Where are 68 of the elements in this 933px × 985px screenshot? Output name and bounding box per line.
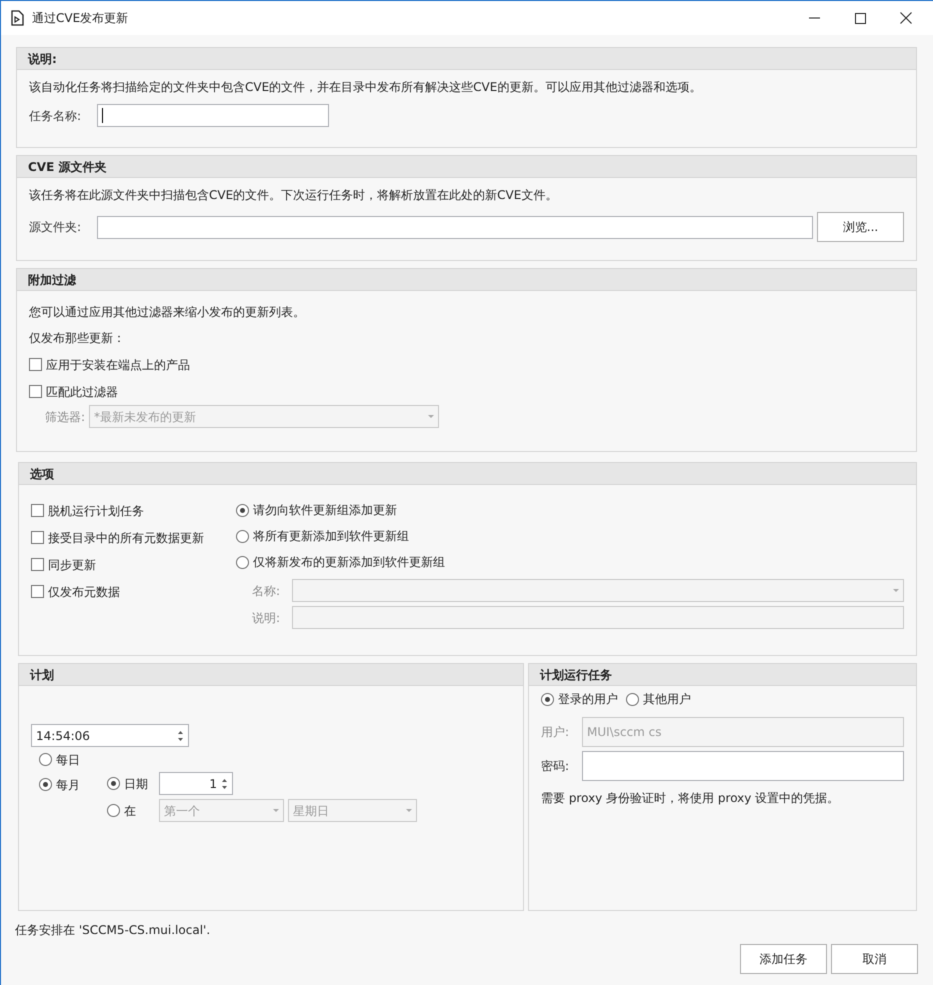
close-icon[interactable]: [900, 12, 912, 24]
description-text: 该自动化任务将扫描给定的文件夹中包含CVE的文件，并在目录中发布所有解决这些CVE的更新。可以应用其他过滤器和选项。: [29, 79, 702, 96]
day-spinner[interactable]: 1: [159, 772, 233, 795]
section-header: 计划运行任务: [529, 664, 916, 686]
browse-button[interactable]: 浏览...: [817, 212, 904, 242]
source-folder-field[interactable]: [97, 216, 813, 238]
radio-label: 请勿向软件更新组添加更新: [253, 502, 397, 519]
status-text: 任务安排在 'SCCM5-CS.mui.local'.: [15, 922, 212, 939]
document-icon: [11, 10, 24, 26]
maximize-icon[interactable]: [854, 12, 866, 24]
checkbox-label: 应用于安装在端点上的产品: [46, 356, 190, 374]
radio-label: 每月: [56, 776, 80, 794]
window-title: 通过CVE发布更新: [32, 10, 128, 27]
section-subtitle: 仅发布那些更新：: [29, 330, 126, 347]
checkbox-label: 匹配此过滤器: [46, 384, 118, 400]
checkbox[interactable]: [31, 558, 44, 571]
description-text: 该任务将在此源文件夹中扫描包含CVE的文件。下次运行任务时，将解析放置在此处的新CVE文件。: [29, 187, 558, 204]
field-label: 密码:: [541, 758, 570, 775]
password-field[interactable]: [582, 751, 904, 781]
note-text: 需要 proxy 身份验证时，将使用 proxy 设置中的凭据。: [541, 790, 840, 807]
spinner-arrows-icon[interactable]: [177, 728, 184, 742]
checkbox[interactable]: [29, 358, 42, 371]
checkbox-label: 接受目录中的所有元数据更新: [48, 530, 204, 546]
checkbox[interactable]: [31, 531, 44, 544]
spinner-arrows-icon[interactable]: [221, 776, 228, 790]
radio-label: 每日: [56, 752, 80, 768]
section-header: 选项: [19, 463, 916, 485]
add-task-button[interactable]: 添加任务: [740, 944, 827, 974]
field-label: 名称:: [252, 582, 282, 600]
radio-label: 登录的用户: [558, 691, 618, 708]
section-header: 附加过滤: [17, 269, 916, 291]
field-label: 筛选器:: [45, 408, 86, 426]
section-header: 计划: [19, 664, 523, 686]
radio-label: 仅将新发布的更新添加到软件更新组: [253, 554, 445, 571]
checkbox-label: 仅发布元数据: [48, 584, 120, 600]
radio-button[interactable]: [236, 504, 249, 516]
task-name-field[interactable]: [97, 104, 330, 127]
dropdown-caret-icon: [406, 809, 412, 812]
dropdown-caret-icon: [428, 415, 434, 418]
radio-label: 其他用户: [643, 691, 691, 708]
dropdown-caret-icon: [273, 809, 279, 812]
radio-label: 在: [124, 802, 136, 820]
section-header: 说明:: [17, 48, 916, 70]
radio-label: 将所有更新添加到软件更新组: [253, 528, 409, 545]
radio-button[interactable]: [626, 692, 639, 706]
time-field[interactable]: 14:54:06: [31, 724, 189, 747]
radio-button[interactable]: [39, 753, 52, 766]
field-label: 说明:: [252, 610, 282, 626]
checkbox-label: 同步更新: [48, 556, 96, 574]
radio-button[interactable]: [236, 530, 249, 542]
checkbox[interactable]: [31, 504, 44, 517]
description-text: 您可以通过应用其他过滤器来缩小发布的更新列表。: [29, 304, 306, 321]
field-label: 任务名称:: [29, 108, 82, 124]
checkbox[interactable]: [31, 585, 44, 598]
checkbox-label: 脱机运行计划任务: [48, 502, 144, 520]
radio-button[interactable]: [236, 556, 249, 568]
minimize-icon[interactable]: [808, 17, 820, 19]
radio-button[interactable]: [541, 692, 554, 706]
section-header: CVE 源文件夹: [17, 156, 916, 178]
radio-label: 日期: [124, 776, 148, 792]
radio-button[interactable]: [107, 804, 120, 817]
dropdown-caret-icon: [893, 589, 899, 592]
field-label: 用户:: [541, 724, 570, 741]
radio-button[interactable]: [107, 777, 120, 790]
cancel-button[interactable]: 取消: [831, 944, 918, 974]
field-label: 源文件夹:: [29, 219, 82, 236]
radio-button[interactable]: [39, 778, 52, 791]
checkbox[interactable]: [29, 385, 42, 398]
